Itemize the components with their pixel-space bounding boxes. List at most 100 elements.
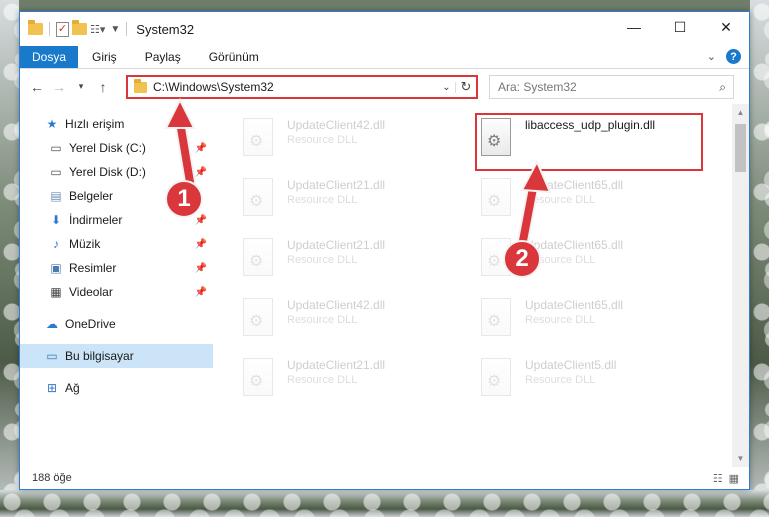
sidebar-item-label: Resimler: [69, 261, 117, 275]
pin-icon: 📌: [194, 142, 207, 154]
toolbar-divider: [49, 22, 50, 36]
ribbon-right-controls: ⌄ ?: [707, 49, 741, 64]
scroll-down-icon[interactable]: ▼: [732, 450, 749, 467]
pictures-icon: ▣: [50, 261, 62, 275]
window-title: System32: [136, 21, 195, 37]
sidebar-item-label: Belgeler: [69, 189, 114, 203]
dll-file-icon: [243, 358, 273, 396]
properties-icon[interactable]: ✓: [56, 21, 69, 37]
file-name: UpdateClient42.dll: [287, 298, 386, 312]
sidebar-item-label: Ağ: [65, 381, 80, 395]
sidebar-item-label: Videolar: [69, 285, 113, 299]
sidebar-item-local-disk-c[interactable]: ▭ Yerel Disk (C:) 📌: [20, 136, 213, 160]
drive-icon: ▭: [50, 165, 62, 179]
pin-icon: 📌: [194, 238, 207, 250]
sidebar-item-onedrive[interactable]: ☁ OneDrive: [20, 312, 213, 336]
file-name: UpdateClient65.dll: [525, 178, 624, 192]
list-item[interactable]: UpdateClient65.dll Resource DLL: [481, 298, 701, 354]
computer-icon: ▭: [46, 349, 58, 363]
sidebar-item-label: Bu bilgisayar: [65, 349, 134, 363]
list-item[interactable]: UpdateClient21.dll Resource DLL: [243, 358, 463, 414]
pin-icon: 📌: [194, 166, 207, 178]
list-item[interactable]: UpdateClient42.dll Resource DLL: [243, 118, 463, 174]
file-name: UpdateClient5.dll: [525, 358, 617, 372]
step-1-badge: 1: [165, 180, 203, 218]
new-folder-icon[interactable]: [72, 20, 87, 35]
file-description: Resource DLL: [525, 194, 596, 206]
file-name: UpdateClient65.dll: [525, 298, 624, 312]
sidebar-item-label: Hızlı erişim: [65, 117, 125, 131]
minimize-button[interactable]: —: [611, 12, 657, 42]
back-arrow-icon[interactable]: ←: [26, 79, 48, 95]
file-explorer-window: ✓ ☷▾ ▼ System32 — ☐ ✕ Dosya Giriş Paylaş…: [19, 11, 750, 490]
expand-ribbon-icon[interactable]: ⌄: [707, 50, 716, 63]
window-controls: — ☐ ✕: [611, 12, 749, 42]
vertical-scrollbar[interactable]: ▲ ▼: [732, 104, 749, 467]
dll-file-icon: [481, 298, 511, 336]
file-description: Resource DLL: [287, 314, 358, 326]
item-count: 188 öğe: [32, 472, 72, 484]
list-item[interactable]: UpdateClient5.dll Resource DLL: [481, 358, 701, 414]
pin-icon: 📌: [194, 286, 207, 298]
large-icons-view-icon[interactable]: ▦: [729, 472, 739, 485]
customize-toolbar-icon[interactable]: ☷▾: [90, 23, 105, 36]
file-description: Resource DLL: [287, 194, 358, 206]
pin-icon: 📌: [194, 262, 207, 274]
sidebar-item-label: Müzik: [69, 237, 101, 251]
file-description: Resource DLL: [525, 374, 596, 386]
maximize-button[interactable]: ☐: [657, 12, 703, 42]
dll-file-icon: [243, 118, 273, 156]
file-description: Resource DLL: [287, 374, 358, 386]
list-item[interactable]: UpdateClient21.dll Resource DLL: [243, 178, 463, 234]
pin-icon: 📌: [194, 214, 207, 226]
tab-share[interactable]: Paylaş: [131, 46, 195, 68]
refresh-icon[interactable]: ↻: [456, 79, 476, 95]
cloud-icon: ☁: [46, 317, 58, 331]
recent-locations-icon[interactable]: ▾: [70, 81, 92, 92]
scroll-thumb[interactable]: [735, 124, 746, 172]
sidebar-item-quick-access[interactable]: ★ Hızlı erişim: [20, 112, 213, 136]
folder-icon: [28, 20, 43, 35]
navigation-pane: ★ Hızlı erişim ▭ Yerel Disk (C:) 📌 ▭ Yer…: [20, 104, 213, 467]
sidebar-item-pictures[interactable]: ▣ Resimler 📌: [20, 256, 213, 280]
close-button[interactable]: ✕: [703, 12, 749, 42]
dll-file-icon: [481, 178, 511, 216]
file-description: Resource DLL: [525, 314, 596, 326]
desktop-background-right: [750, 0, 769, 517]
tab-view[interactable]: Görünüm: [195, 46, 273, 68]
help-icon[interactable]: ?: [726, 49, 741, 64]
view-toggle: ☷ ▦: [713, 472, 739, 485]
tab-file[interactable]: Dosya: [20, 46, 79, 68]
documents-icon: ▤: [50, 189, 62, 203]
sidebar-item-videos[interactable]: ▦ Videolar 📌: [20, 280, 213, 304]
sidebar-item-music[interactable]: ♪ Müzik 📌: [20, 232, 213, 256]
scroll-up-icon[interactable]: ▲: [732, 104, 749, 121]
sidebar-item-this-pc[interactable]: ▭ Bu bilgisayar: [20, 344, 213, 368]
download-icon: ⬇: [50, 213, 62, 227]
list-item[interactable]: UpdateClient42.dll Resource DLL: [243, 298, 463, 354]
file-name: libaccess_udp_plugin.dll: [525, 118, 656, 132]
chevron-down-icon[interactable]: ▼: [110, 24, 120, 35]
status-bar: 188 öğe ☷ ▦: [20, 467, 749, 489]
up-arrow-icon[interactable]: ↑: [92, 79, 114, 95]
search-input[interactable]: Ara: System32 ⌕: [489, 75, 734, 99]
sidebar-item-label: Yerel Disk (C:): [69, 141, 146, 155]
chevron-down-icon[interactable]: ⌄: [438, 81, 456, 93]
tab-home[interactable]: Giriş: [78, 46, 131, 68]
sidebar-item-label: Yerel Disk (D:): [69, 165, 146, 179]
list-item[interactable]: UpdateClient21.dll Resource DLL: [243, 238, 463, 294]
details-view-icon[interactable]: ☷: [713, 472, 723, 485]
file-name: UpdateClient21.dll: [287, 178, 386, 192]
file-name: UpdateClient65.dll: [525, 238, 624, 252]
search-placeholder: Ara: System32: [498, 80, 577, 94]
list-item[interactable]: libaccess_udp_plugin.dll: [481, 118, 701, 174]
sidebar-item-network[interactable]: ⊞ Ağ: [20, 376, 213, 400]
file-description: Resource DLL: [287, 254, 358, 266]
desktop-background-bottom: [0, 490, 769, 517]
list-item[interactable]: UpdateClient65.dll Resource DLL: [481, 178, 701, 234]
desktop-background-left: [0, 0, 19, 517]
sidebar-item-label: OneDrive: [65, 317, 116, 331]
address-bar[interactable]: C:\Windows\System32 ⌄ ↻: [126, 75, 478, 99]
forward-arrow-icon[interactable]: →: [48, 79, 70, 95]
